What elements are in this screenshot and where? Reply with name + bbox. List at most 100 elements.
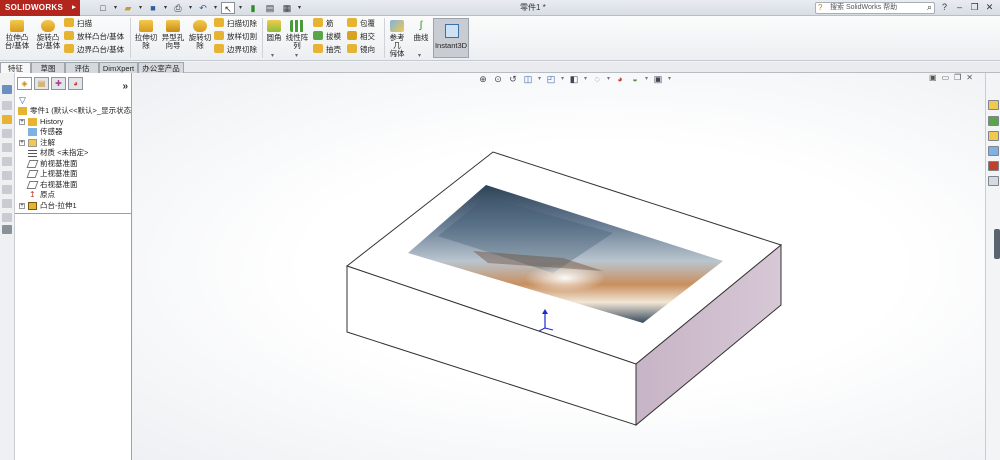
more-tabs-icon[interactable]: »	[122, 81, 128, 92]
tab-office-products[interactable]: 办公室产品	[138, 62, 184, 73]
tab-dimxpert[interactable]: DimXpert	[99, 62, 138, 73]
draft-label: 拔模	[326, 32, 341, 41]
revolve-cut-button[interactable]: 旋转切 除	[187, 20, 213, 50]
feature-tree-tab-icon[interactable]: ◈	[17, 77, 32, 90]
view-palette-icon[interactable]	[988, 146, 999, 156]
fillet-icon	[267, 20, 281, 32]
tree-item-right-plane[interactable]: 右视基准面	[15, 180, 132, 191]
appearances-icon[interactable]	[988, 161, 999, 171]
toolbar-icon[interactable]	[2, 185, 12, 194]
display-manager-tab-icon[interactable]: ◕	[68, 77, 83, 90]
options-dropdown-icon[interactable]: ▾	[297, 2, 302, 14]
tab-sketch[interactable]: 草图	[31, 62, 65, 73]
tree-item-label: 传感器	[40, 127, 63, 136]
close-icon[interactable]: ✕	[983, 1, 996, 14]
toolbar-icon[interactable]	[2, 213, 12, 222]
help-icon[interactable]: ?	[938, 1, 951, 14]
new-dropdown-icon[interactable]: ▾	[113, 2, 118, 14]
boundary-boss-button[interactable]: 边界凸台/基体	[64, 44, 124, 55]
search-input[interactable]: ? 搜索 SolidWorks 帮助 ⌕	[815, 2, 935, 14]
tree-item-front-plane[interactable]: 前视基准面	[15, 159, 132, 170]
instant3d-button[interactable]: Instant3D	[433, 18, 469, 58]
expand-icon[interactable]: +	[19, 139, 25, 146]
toolbar-icon[interactable]	[2, 101, 12, 110]
toolbar-icon[interactable]	[2, 129, 12, 138]
draft-button[interactable]: 拔模	[313, 31, 341, 42]
property-manager-tab-icon[interactable]: ▤	[34, 77, 49, 90]
curves-icon: ∫	[419, 20, 423, 31]
tab-evaluate[interactable]: 评估	[65, 62, 99, 73]
solidworks-logo[interactable]: SOLIDWORKS ▸	[0, 0, 80, 16]
tree-root[interactable]: 零件1 (默认<<默认>_显示状态	[15, 106, 132, 117]
select-dropdown-icon[interactable]: ▾	[238, 2, 243, 14]
tree-item-top-plane[interactable]: 上视基准面	[15, 169, 132, 180]
extrude-cut-button[interactable]: 拉伸切 除	[133, 20, 159, 50]
tree-item-boss-extrude1[interactable]: + 凸台-拉伸1	[15, 201, 132, 212]
save-dropdown-icon[interactable]: ▾	[163, 2, 168, 14]
undo-icon[interactable]: ↶	[196, 2, 210, 14]
minimize-icon[interactable]: –	[953, 1, 966, 14]
menu-arrow-icon[interactable]: ▸	[72, 0, 76, 16]
resources-icon[interactable]	[988, 100, 999, 110]
shell-button[interactable]: 抽壳	[313, 44, 341, 55]
print-dropdown-icon[interactable]: ▾	[188, 2, 193, 14]
table-icon[interactable]	[2, 85, 12, 94]
filter-icon[interactable]: ▽	[19, 95, 26, 106]
undo-dropdown-icon[interactable]: ▾	[213, 2, 218, 14]
tree-rollback-bar[interactable]	[15, 213, 132, 214]
reference-geometry-dropdown-icon[interactable]: ▾	[394, 52, 397, 59]
tree-item-material[interactable]: 材质 <未指定>	[15, 148, 132, 159]
model-viewport[interactable]	[133, 73, 985, 460]
options-icon[interactable]: ▦	[280, 2, 294, 14]
open-folder-icon[interactable]: ▰	[121, 2, 135, 14]
wrap-button[interactable]: 包覆	[347, 18, 375, 29]
tree-item-sensors[interactable]: 传感器	[15, 127, 132, 138]
save-icon[interactable]: ■	[146, 2, 160, 14]
rib-button[interactable]: 筋	[313, 18, 334, 29]
file-explorer-icon[interactable]	[988, 131, 999, 141]
rebuild-icon[interactable]: ▮	[246, 2, 260, 14]
lofted-cut-button[interactable]: 放样切割	[214, 31, 257, 42]
open-dropdown-icon[interactable]: ▾	[138, 2, 143, 14]
tree-item-origin[interactable]: ↥ 原点	[15, 190, 132, 201]
extrude-boss-button[interactable]: 拉伸凸 台/基体	[3, 20, 31, 50]
fillet-button[interactable]: 圆角	[264, 20, 284, 42]
restore-icon[interactable]: ❐	[968, 1, 981, 14]
file-properties-icon[interactable]: ▤	[263, 2, 277, 14]
revolve-boss-button[interactable]: 旋转凸 台/基体	[34, 20, 62, 50]
boundary-cut-button[interactable]: 边界切除	[214, 44, 257, 55]
expand-icon[interactable]: +	[19, 202, 25, 209]
tree-item-annotations[interactable]: + 注解	[15, 138, 132, 149]
task-pane-handle[interactable]	[994, 229, 1000, 259]
loft-boss-label: 放样凸台/基体	[77, 32, 125, 41]
swept-cut-button[interactable]: 扫描切除	[214, 18, 257, 29]
select-pointer-icon[interactable]: ↖	[221, 2, 235, 14]
toolbar-icon[interactable]	[2, 199, 12, 208]
curves-button[interactable]: ∫ 曲线	[411, 20, 431, 42]
toolbar-icon[interactable]	[2, 171, 12, 180]
feature-icon[interactable]	[2, 115, 12, 124]
toolbar-icon[interactable]	[2, 225, 12, 234]
graphics-area[interactable]: ⊕ ⊙ ↺ ◫ ▾ ◰ ▾ ◧ ▾ ◌ ▾ ◕ ◒ ▾ ▣ ▾ ▣ ▭ ❐ ✕	[133, 73, 985, 460]
configuration-tab-icon[interactable]: ✚	[51, 77, 66, 90]
tree-item-history[interactable]: + History	[15, 117, 132, 128]
print-icon[interactable]: ⎙	[171, 2, 185, 14]
toolbar-icon[interactable]	[2, 143, 12, 152]
new-document-icon[interactable]: □	[96, 2, 110, 14]
expand-icon[interactable]: +	[19, 118, 25, 125]
search-icon[interactable]: ⌕	[927, 2, 932, 12]
sweep-button[interactable]: 扫描	[64, 18, 92, 29]
pattern-dropdown-icon[interactable]: ▾	[295, 52, 298, 59]
loft-boss-button[interactable]: 放样凸台/基体	[64, 31, 124, 42]
custom-properties-icon[interactable]	[988, 176, 999, 186]
hole-wizard-button[interactable]: 异型孔 向导	[160, 20, 186, 50]
toolbar-icon[interactable]	[2, 157, 12, 166]
design-library-icon[interactable]	[988, 116, 999, 126]
intersect-button[interactable]: 相交	[347, 31, 375, 42]
curves-dropdown-icon[interactable]: ▾	[418, 52, 421, 59]
linear-pattern-button[interactable]: 线性阵 列	[285, 20, 309, 50]
feature-manager-panel: ◈ ▤ ✚ ◕ » ▽ 零件1 (默认<<默认>_显示状态 + History …	[15, 73, 132, 460]
fillet-dropdown-icon[interactable]: ▾	[271, 52, 274, 59]
mirror-button[interactable]: 镜向	[347, 44, 375, 55]
tab-features[interactable]: 特征	[0, 62, 31, 73]
